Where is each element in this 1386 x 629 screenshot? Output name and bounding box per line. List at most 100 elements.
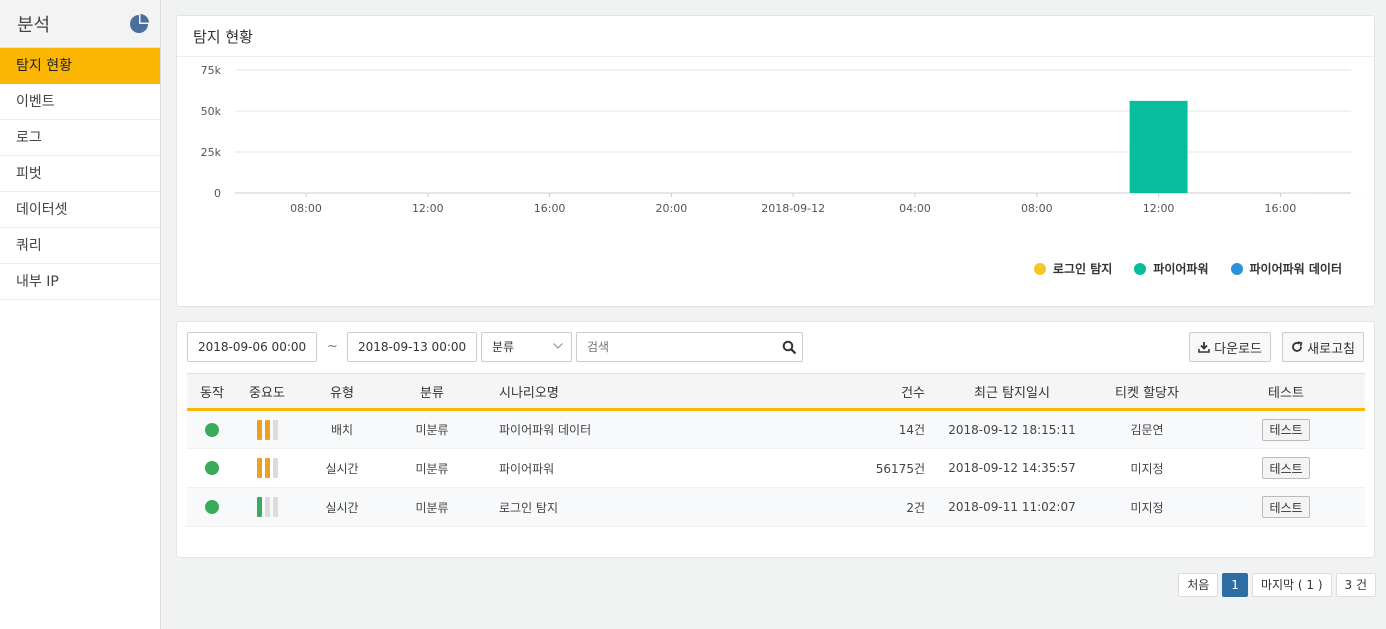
row-count: 14건 <box>767 409 937 449</box>
col-test[interactable]: 테스트 <box>1207 373 1365 411</box>
sidebar: 분석 탐지 현황 이벤트 로그 피벗 데이터셋 쿼리 내부 IP <box>0 0 161 629</box>
search-button[interactable] <box>775 332 803 362</box>
refresh-icon <box>1292 341 1303 352</box>
page-last-button[interactable]: 마지막 ( 1 ) <box>1251 573 1332 597</box>
severity-bar <box>264 497 270 517</box>
col-count[interactable]: 건수 <box>767 373 937 411</box>
status-active-icon[interactable] <box>205 461 219 476</box>
x-tick-label: 12:00 <box>1143 202 1175 215</box>
row-category: 미분류 <box>387 409 477 449</box>
sidebar-item-dataset[interactable]: 데이터셋 <box>0 192 160 228</box>
legend-dot <box>1230 262 1243 275</box>
row-type: 배치 <box>297 409 387 449</box>
download-label: 다운로드 <box>1214 341 1262 357</box>
test-button[interactable]: 테스트 <box>1262 496 1310 518</box>
refresh-label: 새로고침 <box>1307 341 1355 357</box>
search-input[interactable] <box>576 332 776 362</box>
legend-label: 파이어파워 <box>1153 262 1209 276</box>
refresh-button[interactable]: 새로고침 <box>1282 332 1364 362</box>
row-type: 실시간 <box>297 448 387 488</box>
x-tick-label: 16:00 <box>1265 202 1297 215</box>
status-active-icon[interactable] <box>205 500 219 515</box>
table-row[interactable]: 배치 미분류 파이어파워 데이터 14건 2018-09-12 18:15:11… <box>187 409 1365 449</box>
category-select[interactable]: 분류 <box>481 332 572 362</box>
sidebar-item-pivot[interactable]: 피벗 <box>0 156 160 192</box>
row-assignee: 미지정 <box>1087 448 1207 488</box>
row-last-detected: 2018-09-12 14:35:57 <box>937 448 1087 488</box>
legend-item-firepower-data[interactable]: 파이어파워 데이터 <box>1230 260 1343 277</box>
row-count: 2건 <box>767 487 937 527</box>
row-category: 미분류 <box>387 487 477 527</box>
x-tick-label: 08:00 <box>1021 202 1053 215</box>
row-scenario: 로그인 탐지 <box>477 487 767 527</box>
detection-chart: 0 25k 50k 75k 08:00 12:00 16:00 20:00 2018-09-12… <box>201 64 1371 215</box>
y-tick-label: 0 <box>214 187 221 200</box>
category-select-value: 분류 <box>492 340 515 354</box>
row-scenario: 파이어파워 <box>477 448 767 488</box>
legend-dot <box>1134 262 1147 275</box>
severity-bar <box>264 419 270 440</box>
col-assignee[interactable]: 티켓 할당자 <box>1087 373 1207 411</box>
scenario-table: 동작 중요도 유형 분류 시나리오명 건수 최근 탐지일시 티켓 할당자 테스트… <box>187 373 1365 527</box>
test-button[interactable]: 테스트 <box>1262 418 1310 441</box>
chart-panel-title: 탐지 현황 <box>177 16 1374 57</box>
x-tick-label: 16:00 <box>534 202 566 215</box>
date-separator: ~ <box>327 339 338 354</box>
sidebar-item-logs[interactable]: 로그 <box>0 120 160 156</box>
chart-bar <box>1129 100 1188 193</box>
severity-bar <box>272 497 278 517</box>
legend-item-login[interactable]: 로그인 탐지 <box>1033 260 1113 277</box>
sidebar-item-internal-ip[interactable]: 내부 IP <box>0 264 160 300</box>
col-severity[interactable]: 중요도 <box>237 373 297 411</box>
page-first-button[interactable]: 처음 <box>1178 573 1219 597</box>
legend-dot <box>1033 262 1046 275</box>
y-tick-label: 50k <box>201 105 222 118</box>
test-button[interactable]: 테스트 <box>1262 457 1310 479</box>
row-scenario: 파이어파워 데이터 <box>477 409 767 449</box>
download-icon <box>1198 342 1210 353</box>
sidebar-item-detection-status[interactable]: 탐지 현황 <box>0 48 160 84</box>
severity-bar <box>256 458 262 478</box>
pie-chart-icon <box>130 13 149 33</box>
severity-bar <box>256 497 262 517</box>
table-header-row: 동작 중요도 유형 분류 시나리오명 건수 최근 탐지일시 티켓 할당자 테스트 <box>187 373 1365 411</box>
col-last-detected[interactable]: 최근 탐지일시 <box>937 373 1087 411</box>
y-tick-label: 75k <box>201 64 222 77</box>
row-category: 미분류 <box>387 448 477 488</box>
table-row[interactable]: 실시간 미분류 로그인 탐지 2건 2018-09-11 11:02:07 미지… <box>187 487 1365 527</box>
legend-label: 로그인 탐지 <box>1052 262 1113 276</box>
status-active-icon[interactable] <box>205 422 219 437</box>
severity-bars <box>256 419 278 440</box>
row-count: 56175건 <box>767 448 937 488</box>
filter-toolbar: ~ 분류 다운로드 새로고침 <box>187 332 1364 362</box>
col-category[interactable]: 분류 <box>387 373 477 411</box>
legend-item-firepower[interactable]: 파이어파워 <box>1134 260 1209 277</box>
sidebar-item-query[interactable]: 쿼리 <box>0 228 160 264</box>
x-tick-label: 08:00 <box>290 202 322 215</box>
pagination: 처음 1 마지막 ( 1 ) 3 건 <box>1178 573 1376 597</box>
row-assignee: 미지정 <box>1087 487 1207 527</box>
chevron-down-icon <box>553 343 563 349</box>
x-tick-label: 2018-09-12 <box>761 202 825 215</box>
legend-label: 파이어파워 데이터 <box>1249 262 1343 276</box>
table-row[interactable]: 실시간 미분류 파이어파워 56175건 2018-09-12 14:35:57… <box>187 448 1365 488</box>
sidebar-title: 분석 <box>17 14 51 36</box>
x-tick-label: 20:00 <box>656 202 688 215</box>
row-type: 실시간 <box>297 487 387 527</box>
severity-bars <box>256 458 278 478</box>
col-scenario[interactable]: 시나리오명 <box>477 373 767 411</box>
col-action[interactable]: 동작 <box>187 373 237 411</box>
severity-bars <box>256 497 278 517</box>
row-last-detected: 2018-09-12 18:15:11 <box>937 409 1087 449</box>
date-to-input[interactable] <box>347 332 477 362</box>
severity-bar <box>264 458 270 478</box>
scenario-table-panel: ~ 분류 다운로드 새로고침 <box>176 321 1375 558</box>
page-current-button[interactable]: 1 <box>1222 573 1248 597</box>
date-from-input[interactable] <box>187 332 317 362</box>
row-last-detected: 2018-09-11 11:02:07 <box>937 487 1087 527</box>
severity-bar <box>272 458 278 478</box>
download-button[interactable]: 다운로드 <box>1189 332 1271 362</box>
chart-panel: 탐지 현황 0 25k 50k 75k 08:00 12:00 16:00 20:00 2018… <box>176 15 1375 307</box>
sidebar-item-events[interactable]: 이벤트 <box>0 84 160 120</box>
col-type[interactable]: 유형 <box>297 373 387 411</box>
